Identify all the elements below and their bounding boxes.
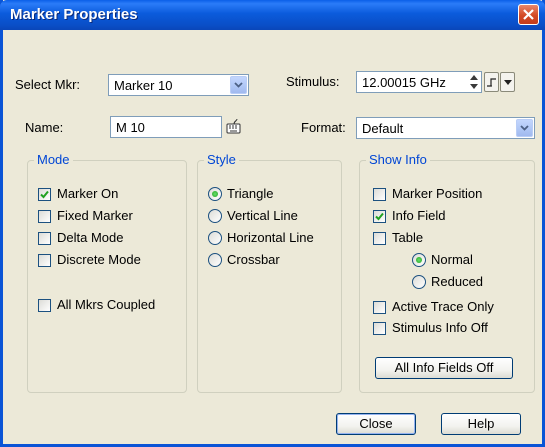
table-checkbox[interactable] (373, 232, 386, 245)
reduced-radio[interactable] (412, 275, 426, 289)
triangle-label: Triangle (227, 186, 274, 201)
horizontal-line-radio[interactable] (208, 231, 222, 245)
marker-properties-dialog: Marker Properties Select Mkr: Marker 10 … (0, 0, 545, 447)
show-info-group: Show Info Marker Position Info Field Tab… (359, 152, 535, 393)
show-info-group-title: Show Info (366, 152, 430, 167)
chevron-down-icon (504, 80, 512, 85)
keyboard-button[interactable] (225, 116, 243, 138)
step-button[interactable] (484, 72, 499, 92)
check-mark-icon (40, 190, 49, 199)
format-dropdown[interactable]: Default (356, 117, 535, 139)
stimulus-info-off-label: Stimulus Info Off (392, 320, 488, 335)
stimulus-spinner[interactable] (469, 73, 479, 91)
chevron-down-icon (520, 125, 529, 131)
close-button[interactable]: Close (336, 413, 416, 435)
style-group-title: Style (204, 152, 239, 167)
all-mkrs-coupled-checkbox[interactable] (38, 299, 51, 312)
window-title: Marker Properties (10, 6, 138, 23)
format-label: Format: (301, 120, 346, 135)
mode-group: Mode Marker On Fixed Marker Delta Mode D… (27, 152, 187, 393)
radio-selected-dot (212, 191, 218, 197)
stimulus-info-off-checkbox[interactable] (373, 322, 386, 335)
normal-label: Normal (431, 252, 473, 267)
select-mkr-label: Select Mkr: (15, 77, 81, 92)
format-value: Default (362, 121, 404, 136)
select-mkr-dropdown-button[interactable] (230, 76, 247, 94)
name-value: M 10 (116, 120, 145, 135)
close-icon (523, 9, 534, 20)
triangle-radio[interactable] (208, 187, 222, 201)
title-bar[interactable]: Marker Properties (0, 0, 545, 30)
check-mark-icon (375, 212, 384, 221)
vertical-line-radio[interactable] (208, 209, 222, 223)
reduced-label: Reduced (431, 274, 484, 289)
marker-on-checkbox[interactable] (38, 188, 51, 201)
select-mkr-value: Marker 10 (114, 78, 173, 93)
radio-selected-dot (416, 257, 422, 263)
format-dropdown-button[interactable] (516, 119, 533, 137)
name-label: Name: (25, 120, 64, 135)
step-icon (487, 78, 496, 87)
fixed-marker-label: Fixed Marker (57, 208, 133, 223)
crossbar-label: Crossbar (227, 252, 280, 267)
crossbar-radio[interactable] (208, 253, 222, 267)
marker-position-label: Marker Position (392, 186, 483, 201)
keyboard-icon (226, 118, 241, 134)
discrete-mode-label: Discrete Mode (57, 252, 141, 267)
active-trace-only-label: Active Trace Only (392, 299, 494, 314)
table-label: Table (392, 230, 424, 245)
spin-arrows-icon (470, 75, 478, 89)
stimulus-label: Stimulus: (286, 74, 340, 89)
stimulus-value: 12.00015 GHz (362, 75, 446, 90)
marker-on-label: Marker On (57, 186, 119, 201)
stimulus-input[interactable]: 12.00015 GHz (356, 71, 482, 93)
style-group: Style Triangle Vertical Line Horizontal … (197, 152, 342, 393)
mode-group-title: Mode (34, 152, 73, 167)
info-field-label: Info Field (392, 208, 446, 223)
active-trace-only-checkbox[interactable] (373, 301, 386, 314)
fixed-marker-checkbox[interactable] (38, 210, 51, 223)
vertical-line-label: Vertical Line (227, 208, 298, 223)
help-button[interactable]: Help (441, 413, 521, 435)
horizontal-line-label: Horizontal Line (227, 230, 314, 245)
normal-radio[interactable] (412, 253, 426, 267)
delta-mode-checkbox[interactable] (38, 232, 51, 245)
delta-mode-label: Delta Mode (57, 230, 124, 245)
stimulus-menu-button[interactable] (500, 72, 515, 92)
info-field-checkbox[interactable] (373, 210, 386, 223)
select-mkr-dropdown[interactable]: Marker 10 (108, 74, 249, 96)
all-info-fields-off-button[interactable]: All Info Fields Off (375, 357, 513, 379)
marker-position-checkbox[interactable] (373, 188, 386, 201)
chevron-down-icon (234, 82, 243, 88)
discrete-mode-checkbox[interactable] (38, 254, 51, 267)
window-close-button[interactable] (518, 4, 539, 25)
all-mkrs-coupled-label: All Mkrs Coupled (57, 297, 156, 312)
name-input[interactable]: M 10 (110, 116, 222, 138)
